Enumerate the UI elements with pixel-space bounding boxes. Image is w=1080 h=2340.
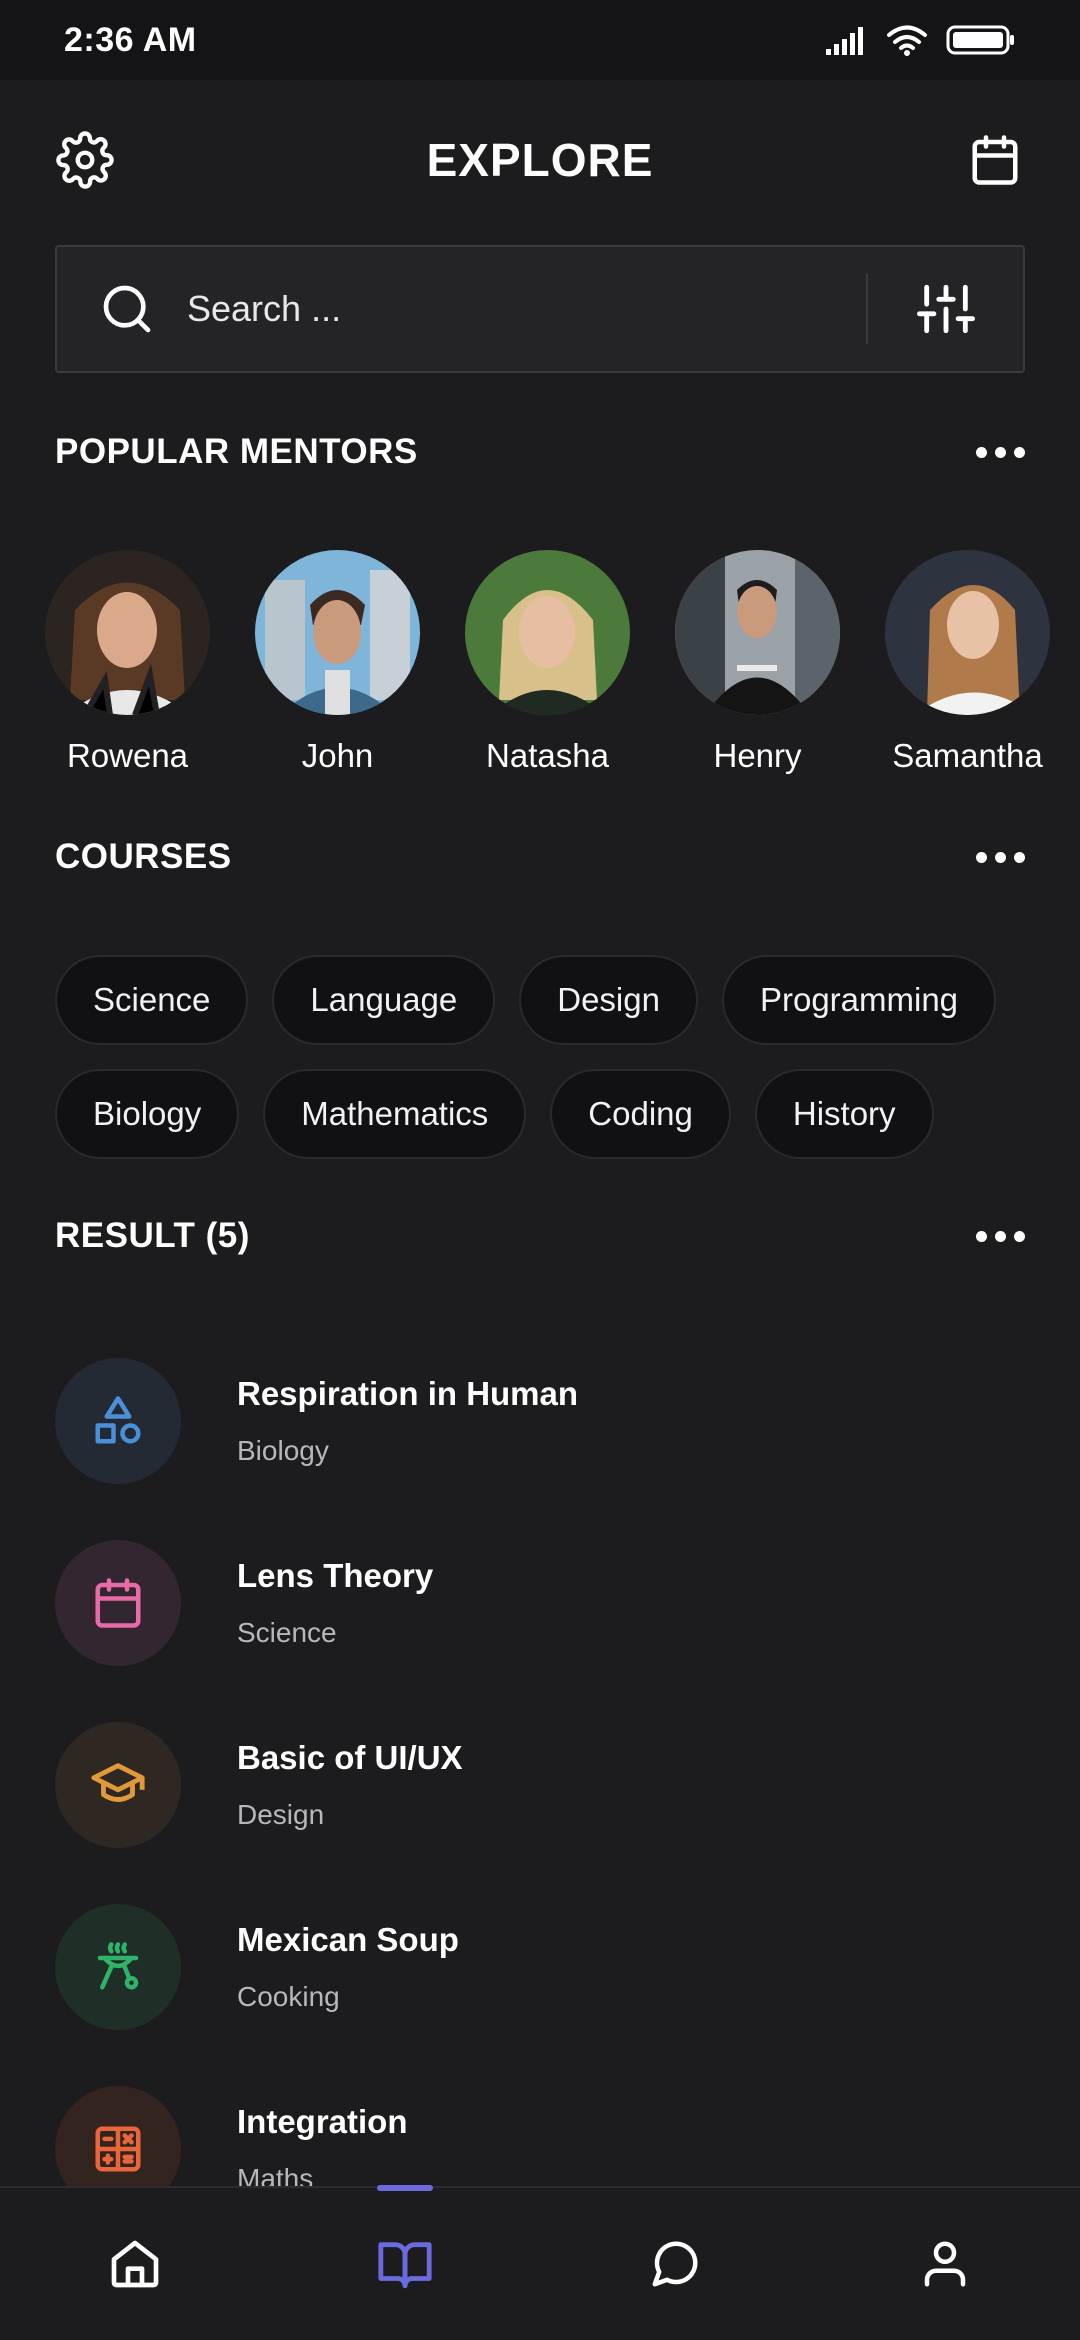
nav-messages[interactable] (615, 2187, 735, 2340)
chip-history[interactable]: History (754, 1069, 934, 1159)
search-bar[interactable]: Search ... (55, 245, 1025, 373)
results-section-header: RESULT (5) (55, 1216, 1025, 1256)
section-title: COURSES (55, 837, 232, 876)
result-text: Lens Theory Science (237, 1557, 433, 1649)
avatar (675, 550, 840, 715)
calendar-icon (972, 135, 1018, 185)
mentor-name: John (301, 737, 374, 774)
course-chips: Science Language Design Programming Biol… (55, 955, 1035, 1183)
wifi-icon (887, 25, 927, 56)
result-icon-wrap (55, 1904, 181, 2030)
active-indicator (377, 2185, 433, 2191)
result-icon-wrap (55, 1358, 181, 1484)
mentor-name: Rowena (66, 737, 189, 774)
grill-icon (97, 1942, 139, 1990)
mentor-item[interactable]: Rowena (45, 550, 210, 790)
chip-biology[interactable]: Biology (55, 1069, 240, 1159)
status-icons (826, 24, 1016, 56)
filter-button[interactable] (868, 247, 1023, 371)
settings-button[interactable] (54, 129, 116, 191)
result-subtitle: Science (237, 1617, 337, 1648)
result-text: Mexican Soup Cooking (237, 1921, 459, 2013)
result-title: Respiration in Human (237, 1375, 579, 1412)
result-title: Mexican Soup (237, 1921, 459, 1958)
chip-science[interactable]: Science (55, 955, 249, 1045)
user-icon (924, 2241, 966, 2287)
status-bar: 2:36 AM (0, 0, 1080, 80)
explore-screen: 2:36 AM EXPLORE Search ... POPULAR MENTO… (0, 0, 1080, 2340)
avatar (255, 550, 420, 715)
result-subtitle: Cooking (237, 1981, 340, 2012)
calendar-icon (95, 1578, 141, 1628)
chip-language[interactable]: Language (272, 955, 496, 1045)
signal-icon (826, 27, 863, 55)
battery-icon (946, 25, 1014, 55)
mentors-list: Rowena John Natasha Henry Samantha (45, 550, 1080, 790)
status-time: 2:36 AM (64, 20, 197, 59)
results-list: Respiration in Human Biology Lens Theory… (55, 1330, 1025, 2240)
home-icon (111, 2240, 159, 2288)
mentor-item[interactable]: John (255, 550, 420, 790)
result-text: Basic of UI/UX Design (237, 1739, 463, 1831)
chip-programming[interactable]: Programming (721, 955, 997, 1045)
graduation-cap-icon (91, 1763, 145, 1802)
mentor-item[interactable]: Samantha (885, 550, 1050, 790)
chip-mathematics[interactable]: Mathematics (263, 1069, 527, 1159)
book-open-icon (378, 2242, 432, 2289)
result-item[interactable]: Respiration in Human Biology (55, 1330, 1025, 1512)
result-text: Respiration in Human Biology (237, 1375, 578, 1467)
mentor-name: Henry (713, 737, 802, 774)
header: EXPLORE (0, 80, 1080, 240)
mentor-item[interactable]: Henry (675, 550, 840, 790)
result-title: Lens Theory (237, 1557, 434, 1594)
result-item[interactable]: Mexican Soup Cooking (55, 1876, 1025, 2058)
shapes-icon (95, 1396, 141, 1444)
result-text: Integration Maths (237, 2103, 408, 2195)
page-title: EXPLORE (426, 134, 654, 186)
calendar-button[interactable] (964, 129, 1026, 191)
mentor-name: Samantha (892, 737, 1043, 774)
result-subtitle: Design (237, 1799, 325, 1830)
avatar (885, 550, 1050, 715)
chat-icon (652, 2241, 698, 2287)
search-input[interactable]: Search ... (187, 288, 866, 330)
chip-coding[interactable]: Coding (550, 1069, 731, 1159)
result-item[interactable]: Lens Theory Science (55, 1512, 1025, 1694)
mentor-name: Natasha (486, 737, 609, 774)
result-subtitle: Biology (237, 1435, 329, 1466)
gear-icon (56, 131, 114, 189)
result-title: Basic of UI/UX (237, 1739, 463, 1776)
avatar (45, 550, 210, 715)
calculator-icon (95, 2126, 141, 2172)
nav-courses[interactable] (345, 2185, 465, 2340)
results-more-button[interactable] (976, 1221, 1025, 1252)
avatar (465, 550, 630, 715)
mentor-item[interactable]: Natasha (465, 550, 630, 790)
result-item[interactable]: Basic of UI/UX Design (55, 1694, 1025, 1876)
mentors-more-button[interactable] (976, 437, 1025, 468)
courses-section-header: COURSES (55, 837, 1025, 877)
chip-design[interactable]: Design (519, 955, 698, 1045)
result-title: Integration (237, 2103, 408, 2140)
bottom-nav (0, 2185, 1080, 2340)
courses-more-button[interactable] (976, 842, 1025, 873)
nav-profile[interactable] (885, 2187, 1005, 2340)
nav-home[interactable] (75, 2187, 195, 2340)
section-title: POPULAR MENTORS (55, 432, 418, 471)
mentors-section-header: POPULAR MENTORS (55, 432, 1025, 472)
sliders-icon (916, 284, 975, 334)
result-icon-wrap (55, 1540, 181, 1666)
result-icon-wrap (55, 1722, 181, 1848)
section-title: RESULT (5) (55, 1216, 250, 1255)
chip-row: Science Language Design Programming (55, 955, 1035, 1045)
search-icon (103, 285, 151, 333)
chip-row: Biology Mathematics Coding History (55, 1069, 1035, 1159)
